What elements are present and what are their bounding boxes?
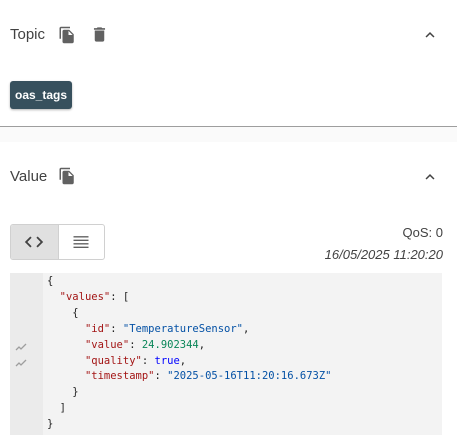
- copy-icon: [59, 167, 74, 185]
- json-key: "quality": [84, 354, 142, 367]
- code-view-toggle[interactable]: [11, 225, 58, 259]
- delete-icon: [93, 26, 105, 42]
- json-string: "2025-05-16T11:20:16.673Z": [167, 370, 332, 383]
- chevron-up-icon: [425, 174, 435, 180]
- delete-topic-button[interactable]: [88, 23, 110, 45]
- qos-label: QoS: 0: [402, 225, 443, 240]
- sparkline-icon[interactable]: [15, 342, 27, 352]
- sparkline-icon[interactable]: [15, 358, 27, 368]
- collapse-value-button[interactable]: [419, 166, 441, 188]
- json-content: { "values": [ { "id": "TemperatureSensor…: [47, 275, 332, 431]
- collapse-topic-button[interactable]: [419, 24, 441, 46]
- json-string: "TemperatureSensor": [122, 322, 243, 335]
- list-view-icon: [73, 236, 89, 248]
- copy-topic-button[interactable]: [56, 24, 78, 46]
- json-boolean: true: [154, 354, 180, 367]
- json-key: "timestamp": [84, 370, 155, 383]
- copy-icon: [59, 26, 74, 44]
- json-viewer: { "values": [ { "id": "TemperatureSensor…: [10, 273, 442, 435]
- value-title: Value: [10, 168, 48, 185]
- topic-title: Topic: [10, 26, 46, 43]
- topic-panel: Topic oas_tags: [0, 0, 457, 127]
- chevron-up-icon: [425, 32, 435, 38]
- json-number: 24.902344: [141, 338, 199, 351]
- copy-value-button[interactable]: [56, 165, 78, 187]
- message-timestamp: 16/05/2025 11:20:20: [324, 247, 443, 262]
- json-key: "values": [59, 290, 111, 303]
- view-toggle: [10, 224, 105, 260]
- topic-chip[interactable]: oas_tags: [10, 81, 73, 109]
- code-gutter: [10, 273, 43, 435]
- json-key: "id": [84, 322, 111, 335]
- code-view-icon: [25, 236, 44, 248]
- list-view-toggle[interactable]: [57, 225, 105, 259]
- json-key: "value": [84, 338, 130, 351]
- value-panel: Value QoS: 0 16/05/2025 11:20:20 { "valu…: [0, 142, 457, 435]
